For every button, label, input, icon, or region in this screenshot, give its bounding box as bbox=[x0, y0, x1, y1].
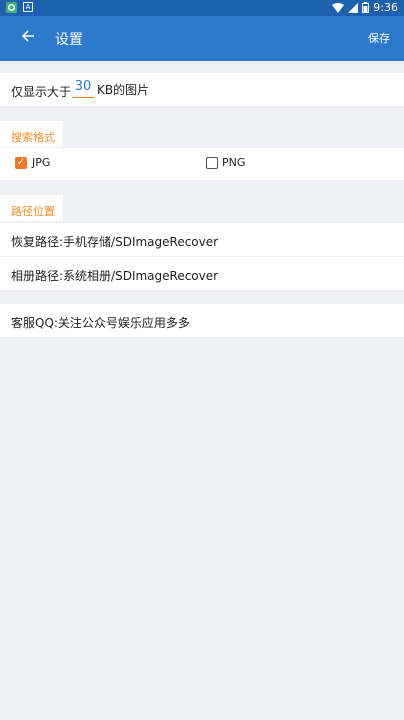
min-size-suffix: KB的图片 bbox=[97, 83, 150, 97]
jpg-checkbox[interactable]: ✓ bbox=[15, 157, 27, 169]
format-options-row: ✓ JPG PNG bbox=[0, 148, 404, 180]
search-format-title: 搜索格式 bbox=[11, 131, 55, 144]
status-time: 9:36 bbox=[373, 1, 398, 14]
page-title: 设置 bbox=[55, 32, 83, 48]
app-bar: 设置 保存 bbox=[0, 16, 404, 61]
wifi-icon bbox=[332, 2, 345, 13]
path-location-header: 路径位置 bbox=[0, 195, 63, 221]
support-row[interactable]: 客服QQ:关注公众号娱乐应用多多 bbox=[0, 304, 404, 337]
support-text: 客服QQ:关注公众号娱乐应用多多 bbox=[11, 316, 190, 330]
search-format-header: 搜索格式 bbox=[0, 121, 63, 147]
min-size-prefix: 仅显示大于 bbox=[11, 85, 72, 99]
path-location-title: 路径位置 bbox=[11, 205, 55, 218]
album-path-text: 相册路径:系统相册/SDImageRecover bbox=[11, 269, 219, 283]
recover-path-text: 恢复路径:手机存储/SDImageRecover bbox=[11, 235, 219, 249]
recover-path-row[interactable]: 恢复路径:手机存储/SDImageRecover bbox=[0, 223, 404, 256]
album-path-row[interactable]: 相册路径:系统相册/SDImageRecover bbox=[0, 257, 404, 290]
jpg-label[interactable]: JPG bbox=[32, 156, 50, 169]
notification-icon: A bbox=[23, 2, 33, 12]
signal-icon bbox=[348, 2, 359, 13]
app-icon bbox=[6, 2, 17, 13]
min-size-row: 仅显示大于 30 KB的图片 bbox=[0, 73, 404, 106]
save-button[interactable]: 保存 bbox=[368, 30, 390, 46]
png-label[interactable]: PNG bbox=[222, 156, 245, 169]
battery-icon bbox=[362, 2, 370, 13]
status-bar: A 9:36 bbox=[0, 0, 404, 16]
arrow-left-icon[interactable] bbox=[18, 28, 38, 48]
png-checkbox[interactable] bbox=[206, 157, 218, 169]
min-size-input[interactable]: 30 bbox=[72, 77, 94, 98]
